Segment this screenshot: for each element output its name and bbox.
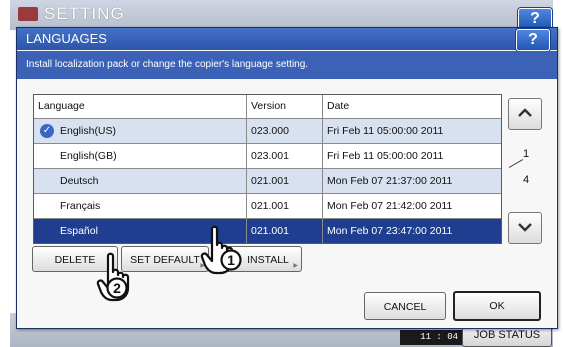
ok-button[interactable]: OK [453, 291, 541, 321]
date-cell: Mon Feb 07 23:47:00 2011 [322, 219, 501, 243]
table-row[interactable]: Français 021.001 Mon Feb 07 21:42:00 201… [34, 194, 501, 219]
delete-label: DELETE [54, 254, 96, 266]
dialog-title: LANGUAGES [26, 31, 107, 46]
date-cell: Mon Feb 07 21:42:00 2011 [322, 194, 501, 218]
chevron-up-icon [518, 108, 532, 117]
scroll-down-button[interactable] [508, 212, 542, 244]
language-name: Español [60, 225, 98, 237]
page-current: 1 [522, 148, 530, 160]
language-table: Language Version Date ✓ English(US) 023.… [33, 94, 502, 244]
cancel-button[interactable]: CANCEL [364, 292, 446, 320]
corner-arrow-icon: ▶ [293, 263, 298, 269]
date-cell: Mon Feb 07 21:37:00 2011 [322, 169, 501, 193]
version-cell: 023.001 [246, 144, 322, 168]
version-cell: 023.000 [246, 119, 322, 143]
language-name: English(GB) [60, 150, 117, 162]
help-button[interactable]: ? [516, 29, 550, 51]
language-name: Deutsch [60, 175, 99, 187]
cancel-label: CANCEL [383, 301, 427, 313]
table-row[interactable]: English(GB) 023.001 Fri Feb 11 05:00:00 … [34, 144, 501, 169]
tap-hand-icon: 1 [200, 225, 242, 275]
dialog-message: Install localization pack or change the … [26, 59, 309, 70]
table-header-row: Language Version Date [34, 95, 501, 119]
column-header-version: Version [246, 95, 322, 118]
chevron-down-icon [518, 223, 532, 232]
scroll-up-button[interactable] [508, 98, 542, 130]
date-cell: Fri Feb 11 05:00:00 2011 [322, 119, 501, 143]
date-cell: Fri Feb 11 05:00:00 2011 [322, 144, 501, 168]
page-divider [508, 159, 524, 168]
column-header-language: Language [38, 100, 85, 112]
language-name: Français [60, 200, 101, 212]
tap-hand-icon: 2 [96, 252, 130, 302]
table-row-selected[interactable]: Español 021.001 Mon Feb 07 23:47:00 2011 [34, 219, 501, 243]
language-cell: Français [34, 194, 246, 218]
ok-label: OK [489, 300, 505, 312]
version-cell: 021.001 [246, 219, 322, 243]
version-cell: 021.001 [246, 169, 322, 193]
page-total: 4 [522, 174, 530, 186]
language-name: English(US) [60, 125, 117, 137]
callout-number-1: 1 [227, 252, 235, 268]
clock: 11 : 04 [400, 330, 462, 345]
table-row[interactable]: Deutsch 021.001 Mon Feb 07 21:37:00 2011 [34, 169, 501, 194]
check-icon: ✓ [40, 124, 54, 138]
dialog-title-bar: LANGUAGES [17, 28, 557, 50]
column-header-date: Date [322, 95, 501, 118]
table-row[interactable]: ✓ English(US) 023.000 Fri Feb 11 05:00:0… [34, 119, 501, 144]
set-default-label: SET DEFAULT [130, 254, 200, 266]
language-cell: English(GB) [34, 144, 246, 168]
callout-number-2: 2 [113, 280, 121, 296]
setting-title: SETTING [44, 4, 125, 23]
setting-logo-icon [18, 7, 38, 21]
version-cell: 021.001 [246, 194, 322, 218]
dialog-message-bar: Install localization pack or change the … [17, 51, 557, 79]
language-cell: ✓ English(US) [34, 119, 246, 143]
language-cell: Deutsch [34, 169, 246, 193]
